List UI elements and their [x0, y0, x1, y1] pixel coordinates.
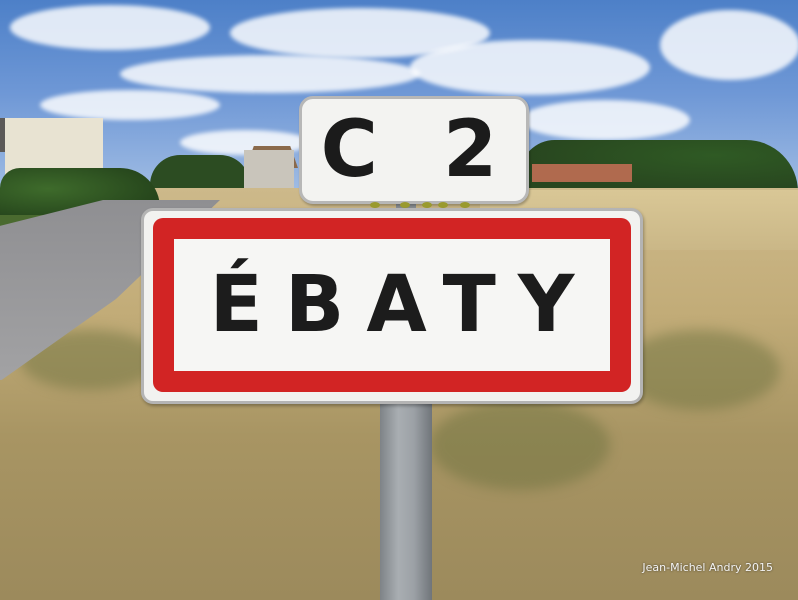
cloud	[520, 100, 690, 140]
grass-patch	[430, 400, 610, 490]
distant-roofs	[532, 164, 632, 182]
photo-credit: Jean-Michel Andry 2015	[642, 561, 773, 574]
roadside-photo: C 2 ÉBATY Jean-Michel Andry 2015	[0, 0, 798, 600]
town-sign: ÉBATY	[141, 208, 643, 404]
cloud	[410, 40, 650, 95]
town-sign-red-border: ÉBATY	[153, 218, 631, 392]
route-sign-text: C 2	[320, 105, 508, 195]
cloud	[120, 55, 420, 93]
cloud	[10, 5, 210, 50]
cloud	[660, 10, 798, 80]
sign-pole	[380, 395, 432, 600]
cloud	[40, 90, 220, 120]
town-sign-text: ÉBATY	[209, 260, 597, 350]
route-sign: C 2	[299, 96, 529, 204]
grass-patch	[620, 330, 780, 410]
